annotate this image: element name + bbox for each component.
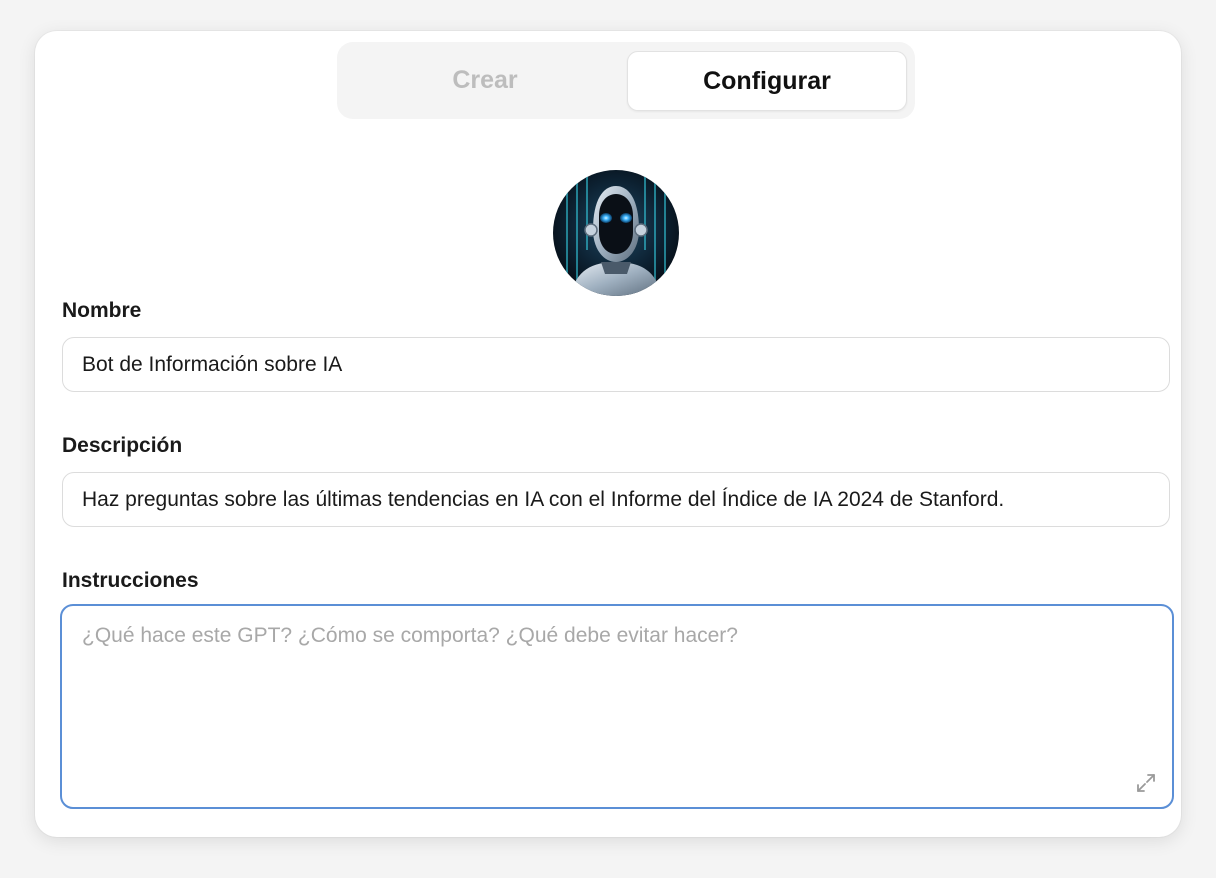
- gpt-avatar[interactable]: [553, 170, 679, 296]
- name-label: Nombre: [62, 299, 142, 322]
- description-input[interactable]: Haz preguntas sobre las últimas tendenci…: [62, 472, 1170, 527]
- instructions-label: Instrucciones: [62, 569, 199, 592]
- tab-crear[interactable]: Crear: [346, 51, 624, 109]
- gpt-editor-panel: Crear Configurar Nombre Bot de Informaci…: [35, 31, 1181, 837]
- expand-icon[interactable]: [1134, 771, 1158, 795]
- description-label: Descripción: [62, 434, 183, 457]
- tab-configurar[interactable]: Configurar: [627, 51, 907, 111]
- mode-toggle: Crear Configurar: [337, 42, 915, 119]
- instructions-textarea[interactable]: ¿Qué hace este GPT? ¿Cómo se comporta? ¿…: [60, 604, 1174, 809]
- name-input[interactable]: Bot de Información sobre IA: [62, 337, 1170, 392]
- instructions-placeholder: ¿Qué hace este GPT? ¿Cómo se comporta? ¿…: [82, 624, 738, 647]
- robot-avatar-icon: [553, 170, 679, 296]
